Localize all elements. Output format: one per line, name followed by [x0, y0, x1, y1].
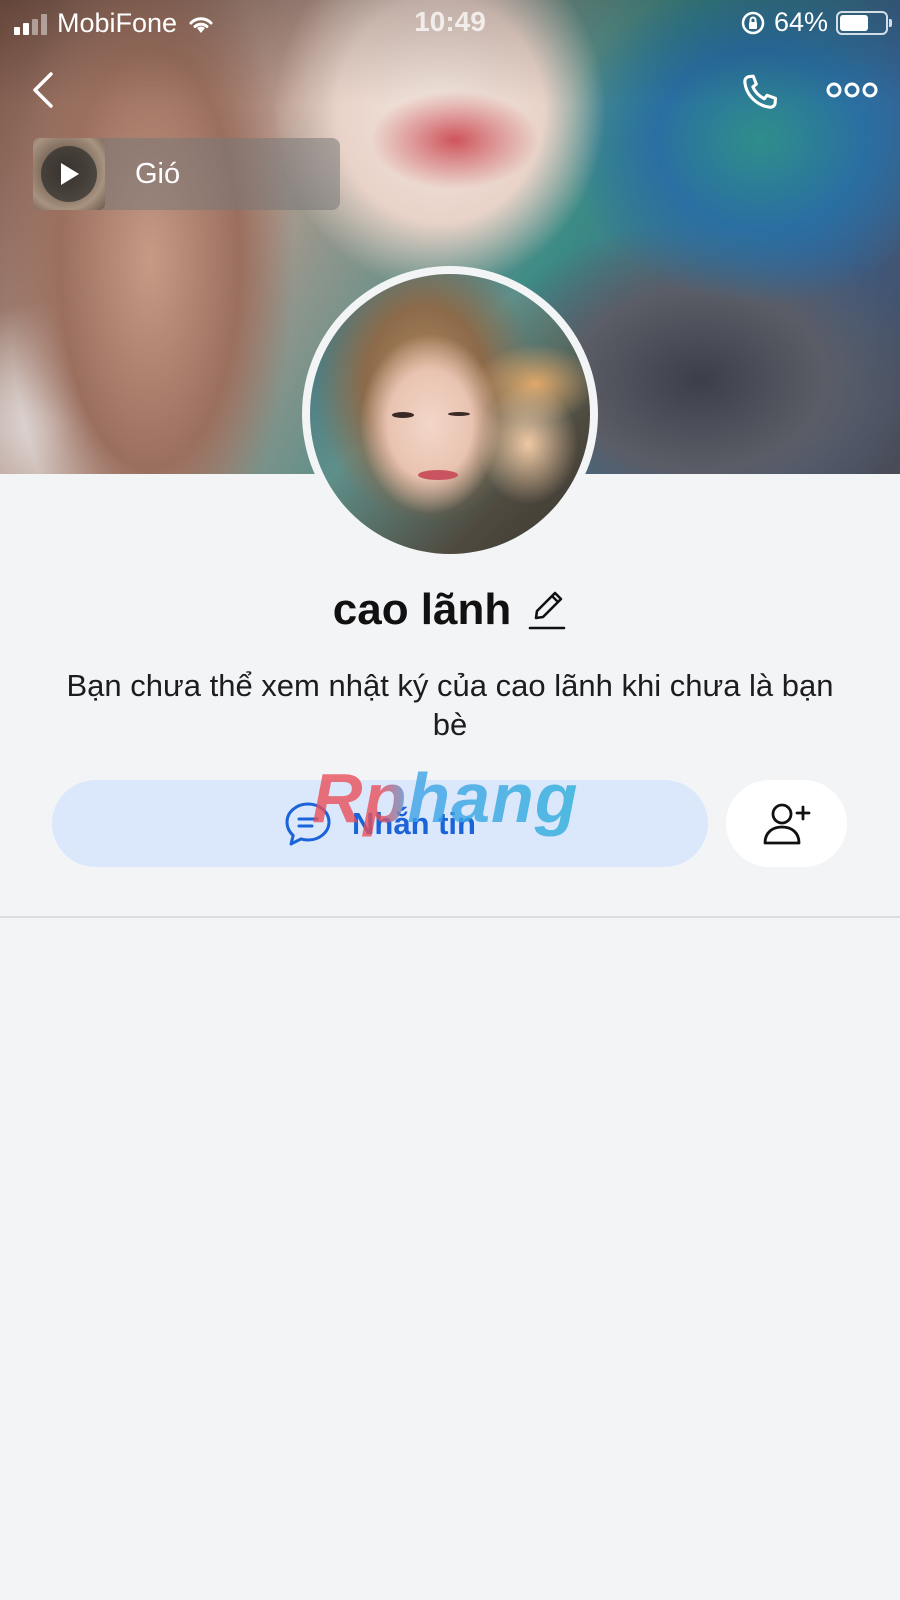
pencil-icon	[528, 591, 566, 630]
battery-percent: 64%	[773, 7, 828, 37]
status-bar: MobiFone 10:49 64%	[0, 0, 900, 46]
avatar-detail	[418, 470, 458, 480]
edit-name-button[interactable]	[527, 588, 567, 632]
avatar-frame	[302, 266, 598, 562]
section-divider	[0, 916, 900, 918]
avatar-detail	[448, 412, 470, 416]
chat-bubble-icon	[285, 802, 331, 845]
music-thumbnail	[33, 138, 105, 210]
play-icon	[61, 163, 79, 185]
phone-icon	[743, 74, 778, 109]
avatar[interactable]	[310, 274, 590, 554]
add-user-icon	[763, 803, 810, 844]
call-button[interactable]	[732, 66, 786, 120]
name-row: cao lãnh	[0, 580, 900, 640]
music-title: Gió	[135, 157, 181, 190]
message-button[interactable]: Nhắn tin	[52, 780, 708, 867]
profile-music-chip[interactable]: Gió	[33, 138, 340, 210]
profile-name: cao lãnh	[332, 585, 512, 634]
play-button[interactable]	[41, 146, 97, 202]
not-friends-notice: Bạn chưa thể xem nhật ký của cao lãnh kh…	[66, 668, 834, 742]
back-button[interactable]	[20, 66, 68, 114]
avatar-detail	[392, 412, 414, 418]
profile-screen: MobiFone 10:49 64% Gió cao lãnh Bạn chưa…	[0, 0, 900, 1600]
chevron-left-icon	[33, 72, 53, 108]
battery-fill	[840, 14, 869, 31]
more-button[interactable]	[820, 70, 884, 110]
more-dots-icon	[826, 82, 878, 98]
status-right: 64%	[740, 7, 892, 38]
add-friend-button[interactable]	[726, 780, 847, 867]
message-button-label: Nhắn tin	[352, 805, 476, 841]
rotation-lock-icon	[741, 11, 765, 34]
battery-icon	[836, 10, 892, 35]
